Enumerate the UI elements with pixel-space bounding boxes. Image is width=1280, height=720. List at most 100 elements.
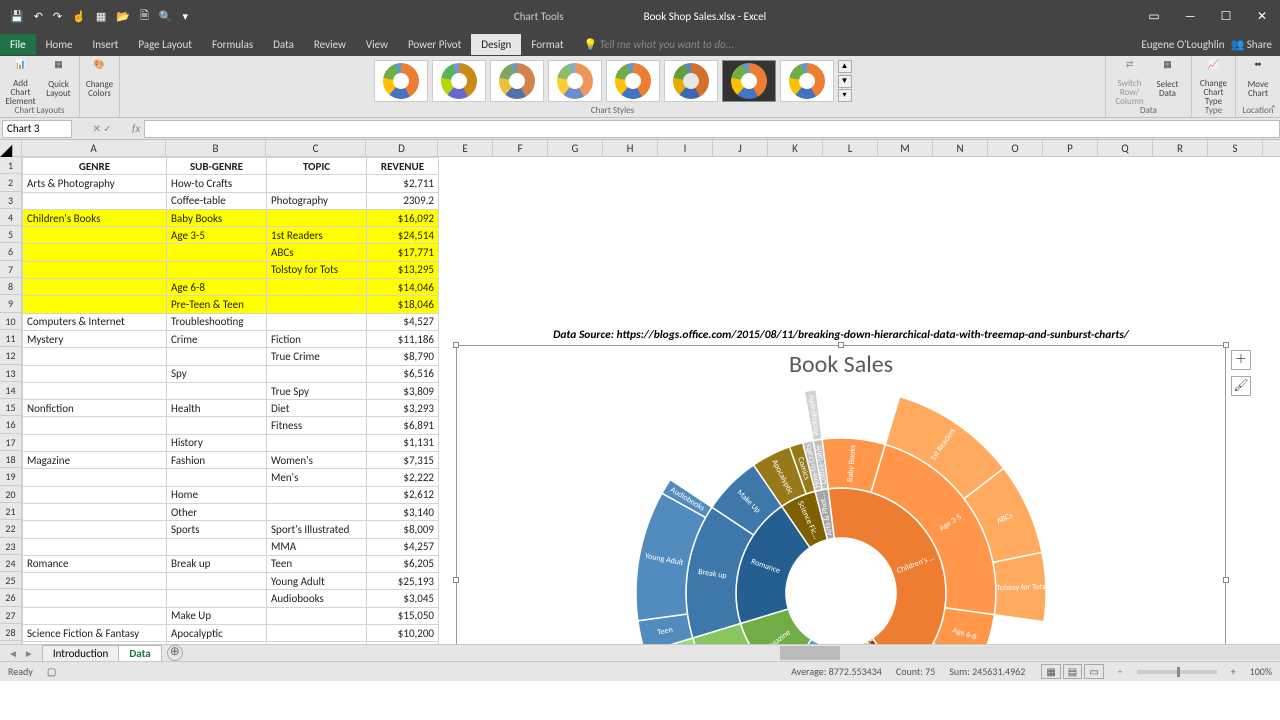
cell-C20[interactable]: [267, 486, 367, 503]
tab-home[interactable]: Home: [36, 34, 83, 55]
row-header-4[interactable]: 4: [0, 209, 21, 226]
cell-A24[interactable]: Romance: [23, 555, 167, 572]
cell-B8[interactable]: Age 6-8: [167, 279, 267, 296]
print-icon[interactable]: 🗎: [140, 7, 149, 26]
cell-A20[interactable]: [23, 486, 167, 503]
column-header-L[interactable]: L: [823, 140, 878, 156]
quick-layout-button[interactable]: ▦Quick Layout: [41, 58, 77, 106]
chart-style-2[interactable]: [432, 60, 486, 102]
column-header-R[interactable]: R: [1153, 140, 1208, 156]
cell-A28[interactable]: Science Fiction & Fantasy: [23, 625, 167, 642]
tab-format[interactable]: Format: [521, 34, 573, 55]
cell-D18[interactable]: $7,315: [367, 452, 439, 469]
cell-B26[interactable]: [167, 590, 267, 607]
cell-A18[interactable]: Magazine: [23, 452, 167, 469]
cell-C6[interactable]: ABCs: [267, 244, 367, 261]
cell-B3[interactable]: Coffee-table: [167, 192, 267, 209]
cell-B7[interactable]: [167, 261, 267, 278]
cell-C4[interactable]: [267, 209, 367, 226]
close-icon[interactable]: ✕: [1244, 0, 1280, 33]
cells-table[interactable]: GENRESUB-GENRETOPICREVENUEArts & Photogr…: [22, 157, 439, 660]
zoom-slider[interactable]: [1137, 670, 1217, 674]
cell-B16[interactable]: [167, 417, 267, 434]
tab-insert[interactable]: Insert: [83, 34, 129, 55]
cell-C11[interactable]: Fiction: [267, 330, 367, 347]
cell-A15[interactable]: Nonfiction: [23, 400, 167, 417]
chart-elements-icon[interactable]: ＋: [1231, 350, 1251, 370]
touch-icon[interactable]: ☝: [72, 10, 86, 23]
cell-D28[interactable]: $10,200: [367, 625, 439, 642]
qat-more-icon[interactable]: ▾: [183, 10, 189, 23]
user-name[interactable]: Eugene O'Loughlin: [1141, 38, 1224, 51]
cell-C1[interactable]: TOPIC: [267, 158, 367, 175]
cell-B2[interactable]: How-to Crafts: [167, 175, 267, 192]
cell-A14[interactable]: [23, 382, 167, 399]
cell-B20[interactable]: Home: [167, 486, 267, 503]
cell-C9[interactable]: [267, 296, 367, 313]
cell-A22[interactable]: [23, 521, 167, 538]
cell-D8[interactable]: $14,046: [367, 279, 439, 296]
cell-D10[interactable]: $4,527: [367, 313, 439, 330]
change-colors-button[interactable]: 🎨Change Colors: [82, 58, 118, 106]
cell-B28[interactable]: Apocalyptic: [167, 625, 267, 642]
row-header-11[interactable]: 11: [0, 330, 21, 347]
row-header-14[interactable]: 14: [0, 382, 21, 399]
chart-style-6[interactable]: [664, 60, 718, 102]
row-header-15[interactable]: 15: [0, 399, 21, 416]
cell-C22[interactable]: Sport's Illustrated: [267, 521, 367, 538]
cell-A26[interactable]: [23, 590, 167, 607]
resize-handle[interactable]: [838, 342, 844, 348]
tab-review[interactable]: Review: [304, 34, 356, 55]
gallery-down-icon[interactable]: ▼: [838, 75, 852, 88]
resize-handle[interactable]: [1223, 577, 1229, 583]
cell-B22[interactable]: Sports: [167, 521, 267, 538]
cell-C14[interactable]: True Spy: [267, 382, 367, 399]
cell-B19[interactable]: [167, 469, 267, 486]
cell-A11[interactable]: Mystery: [23, 330, 167, 347]
select-all-corner[interactable]: ◢: [0, 140, 22, 157]
row-header-7[interactable]: 7: [0, 261, 21, 278]
collapse-ribbon-icon[interactable]: ˄: [1271, 102, 1276, 115]
cell-D1[interactable]: REVENUE: [367, 158, 439, 175]
column-header-A[interactable]: A: [22, 140, 166, 156]
formula-input[interactable]: [144, 120, 1280, 138]
cell-A16[interactable]: [23, 417, 167, 434]
cell-C7[interactable]: Tolstoy for Tots: [267, 261, 367, 278]
move-chart-button[interactable]: ⬌Move Chart: [1240, 58, 1276, 106]
column-header-E[interactable]: E: [438, 140, 493, 156]
cell-D24[interactable]: $6,205: [367, 555, 439, 572]
tab-scroll-prev-icon[interactable]: ◄: [8, 647, 18, 660]
cell-D14[interactable]: $3,809: [367, 382, 439, 399]
column-header-C[interactable]: C: [266, 140, 366, 156]
cell-D13[interactable]: $6,516: [367, 365, 439, 382]
row-header-9[interactable]: 9: [0, 295, 21, 312]
cell-B9[interactable]: Pre-Teen & Teen: [167, 296, 267, 313]
row-header-23[interactable]: 23: [0, 538, 21, 555]
preview-icon[interactable]: 🔍: [159, 10, 173, 23]
tab-data[interactable]: Data: [263, 34, 304, 55]
new-icon[interactable]: ▦: [96, 10, 106, 23]
row-header-24[interactable]: 24: [0, 555, 21, 572]
column-header-M[interactable]: M: [878, 140, 933, 156]
cell-B18[interactable]: Fashion: [167, 452, 267, 469]
row-header-27[interactable]: 27: [0, 607, 21, 624]
row-header-22[interactable]: 22: [0, 520, 21, 537]
cell-D3[interactable]: 2309.2: [367, 192, 439, 209]
resize-handle[interactable]: [1223, 342, 1229, 348]
cell-D11[interactable]: $11,186: [367, 330, 439, 347]
chart-object[interactable]: ＋ 🖌 Book Sales Arts & Phot…How-to Crafts…: [456, 345, 1226, 661]
save-icon[interactable]: 💾: [10, 10, 24, 23]
row-header-3[interactable]: 3: [0, 192, 21, 209]
column-header-N[interactable]: N: [933, 140, 988, 156]
cell-A23[interactable]: [23, 538, 167, 555]
cell-D16[interactable]: $6,891: [367, 417, 439, 434]
name-box[interactable]: [2, 120, 72, 138]
tab-design[interactable]: Design: [471, 34, 521, 55]
cell-C10[interactable]: [267, 313, 367, 330]
tab-formulas[interactable]: Formulas: [202, 34, 263, 55]
horizontal-scrollbar[interactable]: [780, 646, 1280, 660]
column-header-K[interactable]: K: [768, 140, 823, 156]
chart-style-4[interactable]: [548, 60, 602, 102]
chart-title[interactable]: Book Sales: [457, 346, 1225, 383]
row-header-21[interactable]: 21: [0, 503, 21, 520]
